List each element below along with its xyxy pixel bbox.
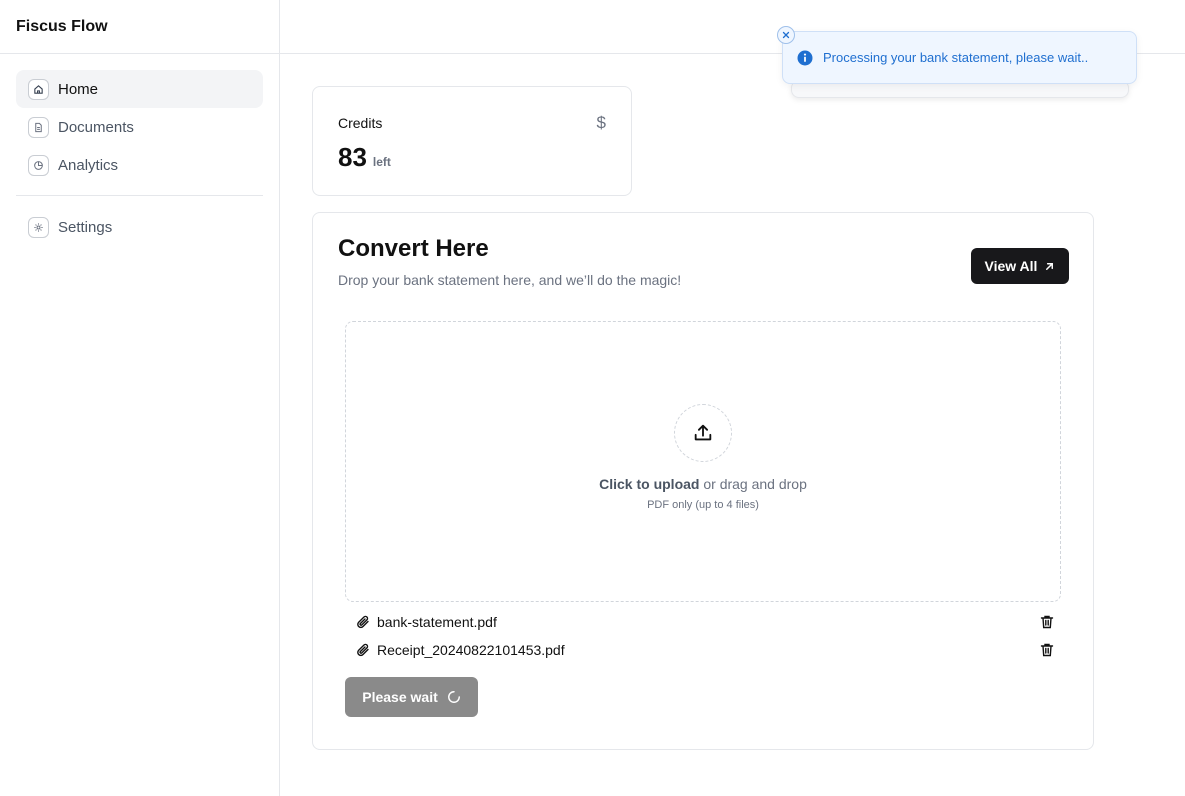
sidebar-item-documents[interactable]: Documents xyxy=(16,108,263,146)
click-to-upload-link[interactable]: Click to upload xyxy=(599,476,699,492)
sidebar-item-analytics[interactable]: Analytics xyxy=(16,146,263,184)
submit-button[interactable]: Please wait xyxy=(345,677,478,717)
sidebar-divider xyxy=(16,195,263,196)
home-icon xyxy=(28,78,49,100)
sidebar-item-home[interactable]: Home xyxy=(16,70,263,108)
file-name: bank-statement.pdf xyxy=(377,614,497,630)
sidebar-item-label: Documents xyxy=(58,118,134,136)
close-icon xyxy=(782,31,790,39)
sidebar-nav: Home Documents Analytics Settings xyxy=(0,54,279,246)
sidebar: Fiscus Flow Home Documents Analytics Set… xyxy=(0,0,280,796)
gear-icon xyxy=(28,216,49,238)
upload-instruction-rest: or drag and drop xyxy=(699,476,807,492)
file-list-item: bank-statement.pdf xyxy=(355,612,1055,632)
upload-hint: PDF only (up to 4 files) xyxy=(647,499,759,511)
upload-icon xyxy=(694,424,712,441)
view-all-label: View All xyxy=(984,258,1038,274)
sidebar-item-label: Home xyxy=(58,80,99,98)
trash-icon[interactable] xyxy=(1039,614,1055,630)
document-icon xyxy=(28,116,49,138)
brand-title: Fiscus Flow xyxy=(0,0,279,54)
view-all-button[interactable]: View All xyxy=(971,248,1069,284)
submit-button-label: Please wait xyxy=(362,689,438,705)
file-list-item: Receipt_20240822101453.pdf xyxy=(355,640,1055,660)
paperclip-icon xyxy=(357,615,369,629)
credits-value: 83 xyxy=(338,142,367,172)
paperclip-icon xyxy=(357,643,369,657)
spinner-icon xyxy=(447,691,460,703)
arrow-up-right-icon xyxy=(1046,262,1054,270)
convert-card: Convert Here Drop your bank statement he… xyxy=(312,212,1094,750)
sidebar-item-label: Settings xyxy=(58,218,113,236)
sidebar-item-label: Analytics xyxy=(58,156,119,174)
upload-icon-container[interactable] xyxy=(674,404,732,462)
credits-title: Credits xyxy=(338,115,383,131)
toast-message: Processing your bank statement, please w… xyxy=(823,50,1089,65)
sidebar-item-settings[interactable]: Settings xyxy=(16,208,263,246)
toast-close-button[interactable] xyxy=(777,26,795,44)
file-name: Receipt_20240822101453.pdf xyxy=(377,642,565,658)
trash-icon[interactable] xyxy=(1039,642,1055,658)
convert-title: Convert Here xyxy=(338,235,489,262)
dollar-icon: $ xyxy=(596,113,606,132)
credits-card: Credits $ 83 left xyxy=(312,86,632,196)
pie-chart-icon xyxy=(28,154,49,176)
credits-unit: left xyxy=(372,155,391,169)
upload-dropzone[interactable]: Click to upload or drag and drop PDF onl… xyxy=(345,321,1061,602)
upload-instruction: Click to upload or drag and drop xyxy=(346,476,1060,492)
info-icon xyxy=(797,50,813,65)
processing-toast: Processing your bank statement, please w… xyxy=(777,26,1137,84)
convert-subtitle: Drop your bank statement here, and we’ll… xyxy=(338,272,682,288)
